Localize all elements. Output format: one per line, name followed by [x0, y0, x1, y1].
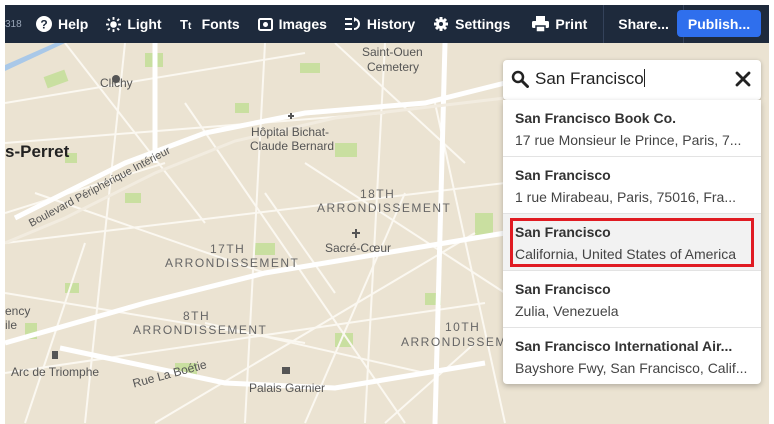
history-button[interactable]: History [344, 5, 416, 43]
svg-text:?: ? [40, 18, 47, 32]
map-label-perret: s-Perret [5, 142, 70, 161]
app-window: 318 ? Help Light Tt Fonts Images History… [5, 5, 769, 424]
print-icon [532, 16, 550, 32]
result-title: San Francisco Book Co. [515, 110, 677, 126]
sun-icon [106, 16, 122, 32]
map-label-hopital: Hôpital Bichat- [251, 125, 330, 139]
settings-label: Settings [455, 16, 511, 32]
fonts-button[interactable]: Tt Fonts [180, 5, 240, 43]
light-label: Light [127, 16, 162, 32]
print-button[interactable]: Print [532, 5, 587, 43]
map-label-arr8-num: 8TH [183, 309, 211, 323]
search-result-item[interactable]: San Francisco Book Co. 17 rue Monsieur l… [503, 100, 761, 156]
fonts-icon: Tt [180, 17, 196, 31]
help-label: Help [58, 16, 89, 32]
result-subtitle: 1 rue Mirabeau, Paris, 75016, Fra... [515, 189, 736, 205]
search-input[interactable]: San Francisco [535, 69, 645, 89]
result-title: San Francisco [515, 167, 611, 183]
search-input-value: San Francisco [535, 69, 644, 88]
light-button[interactable]: Light [106, 5, 162, 43]
history-icon [344, 17, 361, 31]
map-label-sacre-coeur: Sacré-Cœur [325, 241, 392, 255]
svg-text:T: T [180, 17, 188, 31]
result-title: San Francisco [515, 281, 611, 297]
gear-icon [433, 16, 449, 32]
search-box[interactable]: San Francisco [503, 60, 761, 100]
history-label: History [366, 16, 416, 32]
share-button[interactable]: Share... [618, 5, 669, 43]
map-label-clichy: Clichy [100, 76, 133, 90]
result-subtitle: Bayshore Fwy, San Francisco, Calif... [515, 360, 748, 376]
toolbar-divider [603, 5, 605, 43]
search-icon [511, 70, 529, 93]
help-button[interactable]: ? Help [36, 5, 88, 43]
map-label-arr18: ARRONDISSEMENT [317, 201, 452, 215]
share-label: Share... [618, 16, 669, 32]
top-toolbar: 318 ? Help Light Tt Fonts Images History… [5, 5, 769, 43]
map-label-ile: ile [5, 318, 18, 332]
settings-button[interactable]: Settings [433, 5, 510, 43]
map-label-arc-de-triomphe: Arc de Triomphe [11, 365, 100, 379]
map-label-arr8: ARRONDISSEMENT [133, 323, 268, 337]
search-result-item[interactable]: San Francisco 1 rue Mirabeau, Paris, 750… [503, 156, 761, 213]
map-label-arr10: ARRONDISSEME [401, 335, 517, 349]
image-icon [257, 17, 273, 31]
highlight-box [510, 218, 754, 267]
help-icon: ? [36, 16, 52, 32]
map-label-saint-ouen: Saint-Ouen [362, 45, 423, 59]
toolbar-cut-text: 318 [5, 18, 22, 30]
publish-button[interactable]: Publish... [677, 10, 761, 37]
fonts-label: Fonts [201, 16, 240, 32]
map-label-cemetery: Cemetery [367, 60, 420, 74]
result-title: San Francisco International Air... [515, 338, 733, 354]
images-label: Images [278, 16, 327, 32]
map-label-arr10-num: 10TH [445, 320, 481, 334]
map-label-hopital-2: Claude Bernard [250, 139, 335, 153]
map-label-arr17-num: 17TH [210, 242, 246, 256]
svg-text:t: t [188, 21, 192, 31]
search-result-item[interactable]: San Francisco International Air... Baysh… [503, 327, 761, 384]
result-subtitle: 17 rue Monsieur le Prince, Paris, 7... [515, 132, 742, 148]
text-caret [643, 69, 645, 87]
map-label-arr17: ARRONDISSEMENT [165, 256, 300, 270]
images-button[interactable]: Images [257, 5, 327, 43]
map-label-arr18-num: 18TH [360, 187, 396, 201]
search-result-item[interactable]: San Francisco Zulia, Venezuela [503, 270, 761, 327]
map-label-ency: ency [5, 304, 31, 318]
print-label: Print [555, 16, 588, 32]
close-icon[interactable] [735, 71, 751, 92]
map-label-palais-garnier: Palais Garnier [249, 381, 326, 395]
result-subtitle: Zulia, Venezuela [515, 303, 619, 319]
